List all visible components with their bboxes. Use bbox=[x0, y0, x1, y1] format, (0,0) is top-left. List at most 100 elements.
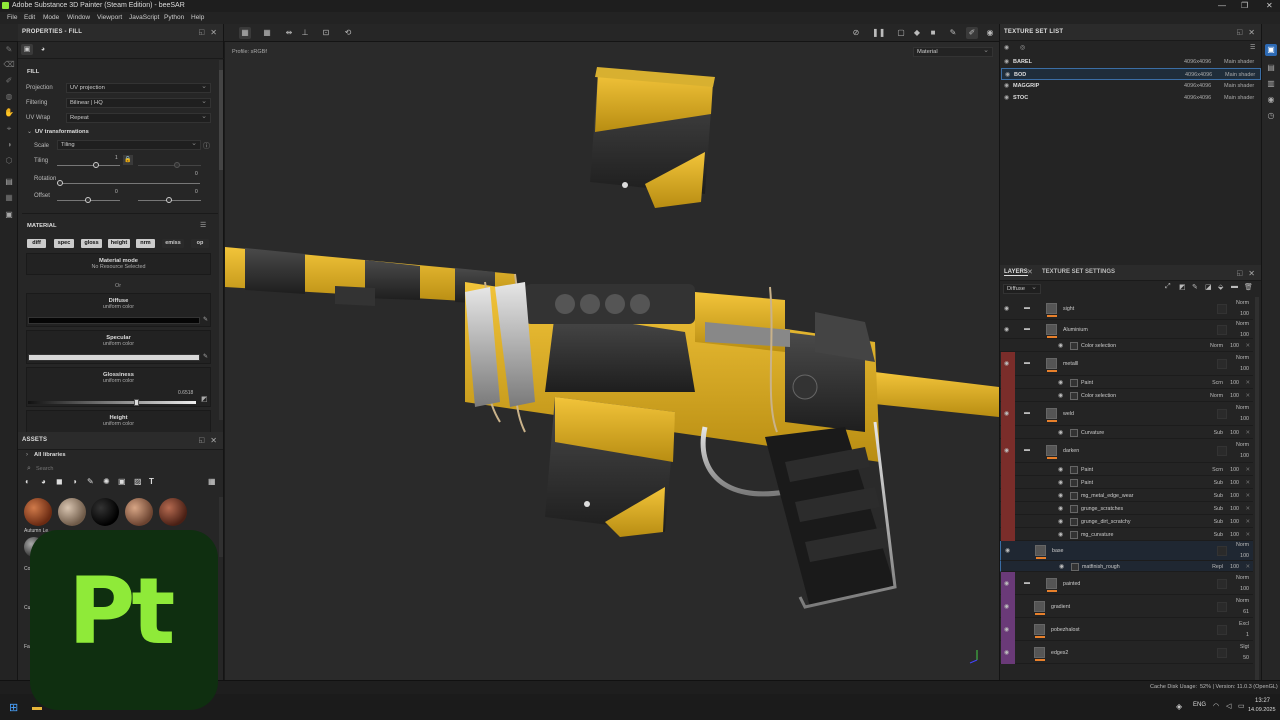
layer-select-box[interactable] bbox=[1217, 648, 1227, 658]
add-effect-icon[interactable]: ⤢ bbox=[1165, 283, 1171, 291]
blend-mode[interactable]: Sub bbox=[1214, 532, 1223, 538]
close-icon[interactable]: ✕ bbox=[210, 28, 217, 37]
delete-icon[interactable]: 🗑 bbox=[1244, 283, 1253, 291]
blend-mode[interactable]: Norm bbox=[1236, 442, 1249, 448]
mask-tab-icon[interactable]: ◕ bbox=[37, 44, 49, 55]
picker-icon[interactable]: ◑ bbox=[3, 139, 15, 151]
blend-mode[interactable]: Repl bbox=[1212, 564, 1223, 570]
blend-mode[interactable]: Norm bbox=[1236, 321, 1249, 327]
glossiness-slider-knob[interactable] bbox=[134, 399, 139, 406]
geometry-mask-icon[interactable]: ◍ bbox=[3, 91, 15, 103]
blend-mode[interactable]: Norm bbox=[1236, 405, 1249, 411]
layer-select-box[interactable] bbox=[1217, 546, 1227, 556]
filter-material-icon[interactable]: ◐ bbox=[25, 477, 30, 486]
opacity-value[interactable]: 100 bbox=[1240, 366, 1249, 372]
grid-view-icon[interactable]: ▦ bbox=[239, 27, 251, 39]
opacity-value[interactable]: 100 bbox=[1230, 343, 1239, 349]
tab-layers[interactable]: LAYERS bbox=[1004, 269, 1028, 276]
fill-tab-icon[interactable]: ▣ bbox=[21, 44, 33, 55]
texture-set-shader[interactable]: Main shader bbox=[1224, 59, 1254, 65]
blend-mode[interactable]: Sub bbox=[1214, 506, 1223, 512]
remove-icon[interactable]: ✕ bbox=[1246, 480, 1250, 486]
asset-autumn-leaves[interactable] bbox=[24, 498, 52, 526]
color-picker-icon[interactable]: ✎ bbox=[203, 316, 208, 323]
language-indicator[interactable]: ENG bbox=[1193, 702, 1206, 708]
eye-icon[interactable]: ◉ bbox=[1059, 563, 1064, 570]
opacity-value[interactable]: 100 bbox=[1230, 564, 1239, 570]
layer-row[interactable]: ◉ pobezhalost Excl 1 bbox=[1000, 618, 1253, 641]
blend-mode[interactable]: Norm bbox=[1210, 343, 1223, 349]
layer-row[interactable]: ◉ ▬ darken Norm 100 bbox=[1000, 439, 1253, 463]
eye-icon[interactable]: ◉ bbox=[1058, 505, 1063, 512]
layer-effect-row[interactable]: ◉ Curvature Sub 100 ✕ bbox=[1000, 426, 1253, 439]
filter-environment-icon[interactable]: ▨ bbox=[134, 477, 142, 486]
channel-nrm-button[interactable]: nrm bbox=[136, 239, 155, 248]
remove-icon[interactable]: ✕ bbox=[1246, 380, 1250, 386]
document-icon[interactable]: ▣ bbox=[3, 209, 15, 221]
blend-mode[interactable]: Sub bbox=[1214, 480, 1223, 486]
add-mask-icon[interactable]: ◩ bbox=[1179, 283, 1186, 291]
projection-dropdown[interactable]: UV projection bbox=[66, 83, 211, 93]
camera-icon[interactable]: ▢ bbox=[895, 27, 907, 39]
eye-icon[interactable]: ◉ bbox=[1058, 518, 1063, 525]
eye-icon[interactable]: ◉ bbox=[1058, 429, 1063, 436]
texture-set-shader[interactable]: Main shader bbox=[1224, 95, 1254, 101]
clock-date[interactable]: 14.09.2025 bbox=[1248, 707, 1276, 713]
info-icon[interactable]: ⓘ bbox=[203, 141, 210, 151]
layer-icon[interactable]: ▤ bbox=[3, 176, 15, 188]
glossiness-slider[interactable] bbox=[28, 401, 196, 404]
opacity-value[interactable]: 50 bbox=[1243, 655, 1249, 661]
menu-help[interactable]: Help bbox=[191, 14, 204, 21]
asset-material-3[interactable] bbox=[91, 498, 119, 526]
layer-effect-row[interactable]: ◉ grunge_scratches Sub 100 ✕ bbox=[1000, 502, 1253, 515]
menu-edit[interactable]: Edit bbox=[24, 14, 35, 21]
video-icon[interactable]: ■ bbox=[927, 27, 939, 39]
tiling-slider[interactable] bbox=[57, 162, 120, 168]
blend-mode[interactable]: Norm bbox=[1210, 393, 1223, 399]
wifi-icon[interactable]: ◠ bbox=[1213, 702, 1219, 710]
layer-select-box[interactable] bbox=[1217, 409, 1227, 419]
display-settings-icon[interactable]: ◉ bbox=[1265, 94, 1277, 106]
texture-set-shader[interactable]: Main shader bbox=[1225, 72, 1255, 78]
eye-icon[interactable]: ◉ bbox=[1004, 44, 1009, 51]
channel-spec-button[interactable]: spec bbox=[54, 239, 74, 248]
grid-split-icon[interactable]: ▦ bbox=[261, 27, 273, 39]
volume-icon[interactable]: ◁ bbox=[1226, 702, 1231, 710]
folder-icon[interactable]: ▬ bbox=[1024, 326, 1030, 332]
texture-set-row[interactable]: ◉ BAREL 4096x4096 Main shader bbox=[1001, 56, 1261, 68]
menu-mode[interactable]: Mode bbox=[43, 14, 59, 21]
maximize-button[interactable]: ❐ bbox=[1241, 1, 1248, 10]
menu-file[interactable]: File bbox=[7, 14, 17, 21]
layer-select-box[interactable] bbox=[1217, 304, 1227, 314]
close-icon[interactable]: ✕ bbox=[1248, 269, 1255, 278]
eye-icon[interactable]: ◉ bbox=[1005, 547, 1010, 554]
eye-icon[interactable]: ◉ bbox=[1004, 410, 1009, 417]
channel-gloss-button[interactable]: gloss bbox=[81, 239, 102, 248]
remove-icon[interactable]: ✕ bbox=[1246, 532, 1250, 538]
channel-dropdown[interactable]: Diffuse bbox=[1003, 284, 1041, 294]
add-fill-icon[interactable]: ⬙ bbox=[1218, 283, 1223, 291]
properties-icon[interactable]: ▥ bbox=[1265, 78, 1277, 90]
anchor-icon[interactable]: ⊥ bbox=[299, 27, 311, 39]
blend-mode[interactable]: Norm bbox=[1236, 355, 1249, 361]
eye-icon[interactable]: ◉ bbox=[1004, 305, 1009, 312]
eye-icon[interactable]: ◉ bbox=[1004, 626, 1009, 633]
eye-icon[interactable]: ◉ bbox=[1004, 94, 1009, 101]
filter-texture-icon[interactable]: ◼ bbox=[56, 477, 63, 486]
close-button[interactable]: ✕ bbox=[1266, 1, 1273, 10]
asset-material-5[interactable] bbox=[159, 498, 187, 526]
viewport-3d[interactable]: Profile: sRGBf Material bbox=[225, 42, 999, 680]
history-icon[interactable]: ⟲ bbox=[342, 27, 354, 39]
texture-set-shader[interactable]: Main shader bbox=[1224, 83, 1254, 89]
grid-view-icon[interactable]: ▦ bbox=[208, 477, 216, 486]
blend-mode[interactable]: Sub bbox=[1214, 430, 1223, 436]
opacity-value[interactable]: 100 bbox=[1240, 586, 1249, 592]
specular-color-swatch[interactable] bbox=[28, 354, 200, 361]
remove-icon[interactable]: ✕ bbox=[1246, 430, 1250, 436]
offset-x-slider[interactable] bbox=[57, 197, 120, 203]
opacity-value[interactable]: 100 bbox=[1240, 453, 1249, 459]
folder-icon[interactable]: ▬ bbox=[1024, 580, 1030, 586]
lock-icon[interactable]: 🔒 bbox=[123, 155, 133, 165]
blend-mode[interactable]: Norm bbox=[1236, 598, 1249, 604]
symmetry-icon[interactable]: ⇹ bbox=[283, 27, 295, 39]
